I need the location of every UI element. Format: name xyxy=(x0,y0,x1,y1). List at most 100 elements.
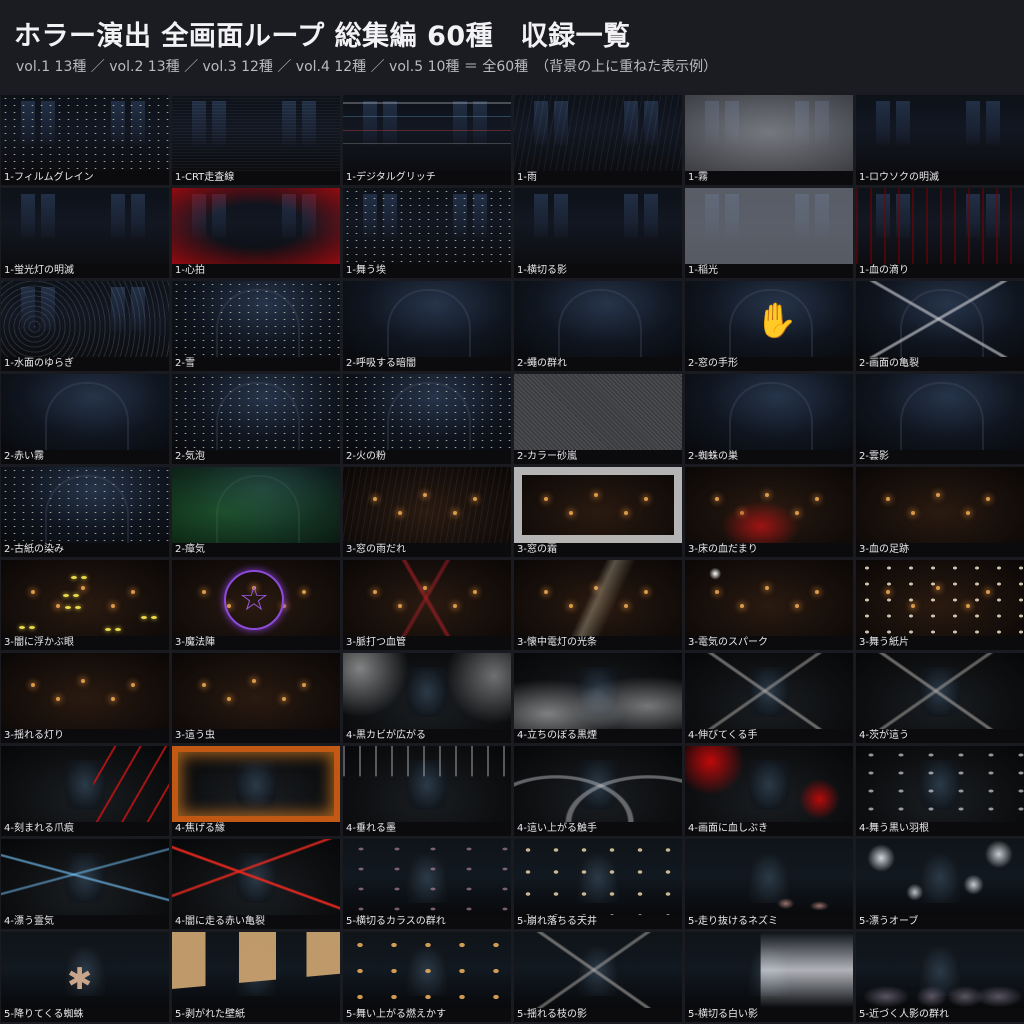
effect-tile[interactable]: 5-剥がれた壁紙 xyxy=(172,932,340,1022)
effect-tile[interactable]: 4-舞う黒い羽根 xyxy=(856,746,1024,836)
effect-tile[interactable]: 3-電気のスパーク xyxy=(685,560,853,650)
window-shape xyxy=(876,101,890,145)
effect-tile[interactable]: 1-雨 xyxy=(514,95,682,185)
effect-tile[interactable]: 3-懐中電灯の光条 xyxy=(514,560,682,650)
effect-tile[interactable]: 5-近づく人影の群れ xyxy=(856,932,1024,1022)
effect-tile[interactable]: 4-画面に血しぶき xyxy=(685,746,853,836)
effect-overlay xyxy=(514,374,682,450)
effect-thumbnail xyxy=(514,839,682,915)
effect-thumbnail xyxy=(343,281,511,357)
effect-label: 2-蠅の群れ xyxy=(514,357,682,371)
effect-tile[interactable]: 3-窓の雨だれ xyxy=(343,467,511,557)
effect-thumbnail xyxy=(172,374,340,450)
effect-tile[interactable]: 2-気泡 xyxy=(172,374,340,464)
effect-tile[interactable]: 3-床の血だまり xyxy=(685,467,853,557)
effect-tile[interactable]: 1-デジタルグリッチ xyxy=(343,95,511,185)
effect-thumbnail xyxy=(172,932,340,1008)
effect-tile[interactable]: 1-蛍光灯の明滅 xyxy=(1,188,169,278)
effect-tile[interactable]: 4-焦げる縁 xyxy=(172,746,340,836)
effect-tile[interactable]: 5-横切る白い影 xyxy=(685,932,853,1022)
effect-tile[interactable]: 3-血の足跡 xyxy=(856,467,1024,557)
effect-tile[interactable]: 1-フィルムグレイン xyxy=(1,95,169,185)
effect-tile[interactable]: 4-伸びてくる手 xyxy=(685,653,853,743)
effect-tile[interactable]: 2-火の粉 xyxy=(343,374,511,464)
effect-thumbnail xyxy=(343,560,511,636)
effect-thumbnail xyxy=(685,188,853,264)
effect-tile[interactable]: 1-ロウソクの明滅 xyxy=(856,95,1024,185)
effect-tile[interactable]: 3-揺れる灯り xyxy=(1,653,169,743)
window-shape xyxy=(986,101,1000,145)
effect-thumbnail: ✋ xyxy=(685,281,853,357)
effect-tile[interactable]: 1-舞う埃 xyxy=(343,188,511,278)
effect-tile[interactable]: ✋ 2-窓の手形 xyxy=(685,281,853,371)
effect-tile[interactable]: 4-垂れる墨 xyxy=(343,746,511,836)
effect-label: 4-垂れる墨 xyxy=(343,822,511,836)
effect-tile[interactable]: 2-雪 xyxy=(172,281,340,371)
effect-label: 3-懐中電灯の光条 xyxy=(514,636,682,650)
effect-overlay xyxy=(514,653,682,729)
effect-tile[interactable]: 4-漂う霊気 xyxy=(1,839,169,929)
effect-tile[interactable]: 3-闇に浮かぶ眼 xyxy=(1,560,169,650)
effect-tile[interactable]: 1-稲光 xyxy=(685,188,853,278)
effect-tile[interactable]: 5-揺れる枝の影 xyxy=(514,932,682,1022)
effect-tile[interactable]: 5-横切るカラスの群れ xyxy=(343,839,511,929)
effect-thumbnail xyxy=(856,374,1024,450)
effect-tile[interactable]: 2-雲影 xyxy=(856,374,1024,464)
effect-tile[interactable]: 4-茨が這う xyxy=(856,653,1024,743)
window-shape xyxy=(534,194,548,238)
effect-label: 4-立ちのぼる黒煙 xyxy=(514,729,682,743)
effect-tile[interactable]: 4-闇に走る赤い亀裂 xyxy=(172,839,340,929)
effect-tile[interactable]: 4-刻まれる爪痕 xyxy=(1,746,169,836)
effect-tile[interactable]: 4-這い上がる触手 xyxy=(514,746,682,836)
effect-tile[interactable]: 5-舞い上がる燃えかす xyxy=(343,932,511,1022)
effect-tile[interactable]: 5-漂うオーブ xyxy=(856,839,1024,929)
effect-tile[interactable]: 3-舞う紙片 xyxy=(856,560,1024,650)
effect-thumbnail xyxy=(856,839,1024,915)
effect-tile[interactable]: ✱ 5-降りてくる蜘蛛 xyxy=(1,932,169,1022)
effect-tile[interactable]: 1-水面のゆらぎ xyxy=(1,281,169,371)
effect-tile[interactable]: 1-CRT走査線 xyxy=(172,95,340,185)
effect-tile[interactable]: 4-黒カビが広がる xyxy=(343,653,511,743)
effect-tile[interactable]: 3-窓の霜 xyxy=(514,467,682,557)
effect-tile[interactable]: ☆ 3-魔法陣 xyxy=(172,560,340,650)
effect-tile[interactable]: 2-蜘蛛の巣 xyxy=(685,374,853,464)
effect-overlay xyxy=(685,839,853,915)
effect-overlay xyxy=(172,281,340,357)
effect-tile[interactable]: 3-脈打つ血管 xyxy=(343,560,511,650)
effect-label: 3-電気のスパーク xyxy=(685,636,853,650)
effect-thumbnail xyxy=(856,467,1024,543)
effect-tile[interactable]: 1-血の滴り xyxy=(856,188,1024,278)
effect-tile[interactable]: 1-横切る影 xyxy=(514,188,682,278)
effect-overlay xyxy=(685,746,853,822)
effect-tile[interactable]: 4-立ちのぼる黒煙 xyxy=(514,653,682,743)
effect-label: 4-舞う黒い羽根 xyxy=(856,822,1024,836)
effect-tile[interactable]: 2-古紙の染み xyxy=(1,467,169,557)
effect-tile[interactable]: 2-呼吸する暗闇 xyxy=(343,281,511,371)
effect-tile[interactable]: 1-心拍 xyxy=(172,188,340,278)
effect-thumbnail xyxy=(685,374,853,450)
effect-tile[interactable]: 2-画面の亀裂 xyxy=(856,281,1024,371)
effect-label: 5-漂うオーブ xyxy=(856,915,1024,929)
effect-tile[interactable]: 3-這う虫 xyxy=(172,653,340,743)
effect-tile[interactable]: 5-走り抜けるネズミ xyxy=(685,839,853,929)
effect-thumbnail xyxy=(343,932,511,1008)
lamp-light xyxy=(966,511,970,515)
effect-label: 4-伸びてくる手 xyxy=(685,729,853,743)
effect-label: 2-窓の手形 xyxy=(685,357,853,371)
lamp-light xyxy=(202,590,206,594)
effect-overlay xyxy=(856,746,1024,822)
effect-tile[interactable]: 1-霧 xyxy=(685,95,853,185)
eye-icon xyxy=(81,576,87,579)
effects-grid: 1-フィルムグレイン 1-CRT走査線 1-デジタルグリッチ 1-雨 1-霧 1-ロウソク… xyxy=(0,95,1024,1024)
effect-overlay xyxy=(856,281,1024,357)
effect-thumbnail xyxy=(856,653,1024,729)
effect-tile[interactable]: 2-瘴気 xyxy=(172,467,340,557)
effect-tile[interactable]: 2-蠅の群れ xyxy=(514,281,682,371)
effect-label: 4-焦げる縁 xyxy=(172,822,340,836)
effect-overlay xyxy=(172,188,340,264)
effect-tile[interactable]: 5-崩れ落ちる天井 xyxy=(514,839,682,929)
effect-tile[interactable]: 2-赤い霧 xyxy=(1,374,169,464)
effect-tile[interactable]: 2-カラー砂嵐 xyxy=(514,374,682,464)
arch-shape xyxy=(729,382,813,450)
effect-label: 4-闇に走る赤い亀裂 xyxy=(172,915,340,929)
